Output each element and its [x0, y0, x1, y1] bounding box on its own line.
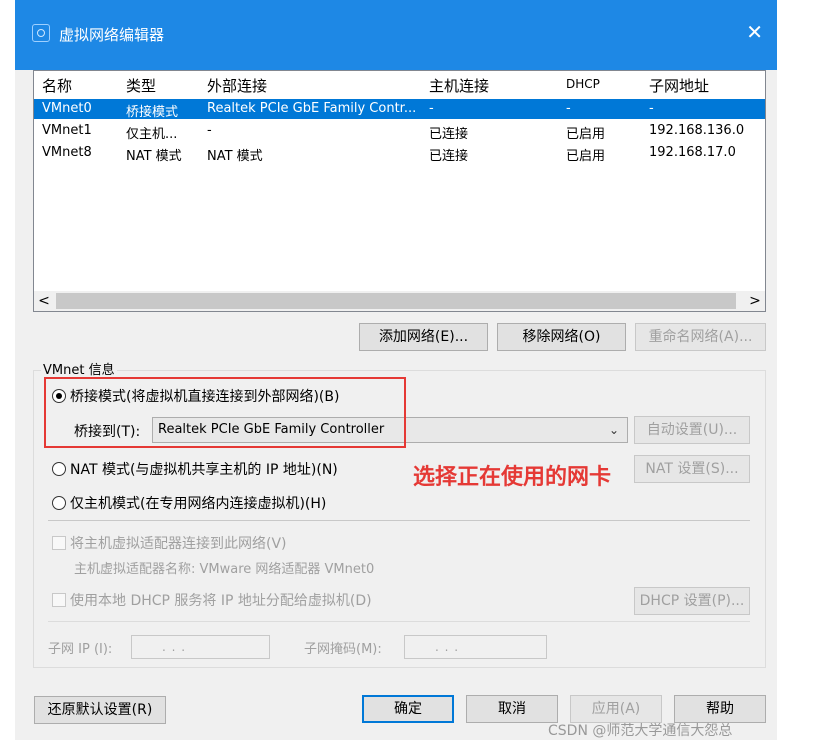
title-bar: 虚拟网络编辑器 ✕ [15, 0, 777, 70]
cell-external: NAT 模式 [207, 149, 263, 164]
subnet-mask-field[interactable]: . . . [404, 635, 547, 659]
column-header-dhcp[interactable]: DHCP [566, 77, 600, 91]
cell-host: 已连接 [429, 127, 469, 142]
subnet-ip-label: 子网 IP (I): [48, 642, 113, 657]
vmnet-info-label: VMnet 信息 [41, 359, 117, 378]
column-header-subnet[interactable]: 子网地址 [649, 75, 709, 96]
host-only-radio[interactable] [52, 496, 66, 510]
window-title: 虚拟网络编辑器 [59, 26, 165, 44]
auto-settings-button[interactable]: 自动设置(U)... [634, 416, 750, 444]
cell-type: 桥接模式 [126, 105, 179, 120]
table-row[interactable]: VMnet0 桥接模式 Realtek PCIe GbE Family Cont… [34, 99, 765, 120]
nat-mode-radio[interactable] [52, 462, 66, 476]
cell-name: VMnet1 [42, 123, 92, 138]
subnet-mask-label: 子网掩码(M): [304, 642, 382, 657]
subnet-ip-field[interactable]: . . . [131, 635, 270, 659]
cell-dhcp: 已启用 [566, 127, 606, 142]
use-dhcp-checkbox[interactable] [52, 593, 66, 607]
scroll-left-icon[interactable]: < [34, 291, 54, 311]
cell-host: 已连接 [429, 149, 469, 164]
connect-adapter-checkbox[interactable] [52, 536, 66, 550]
nat-mode-label[interactable]: NAT 模式(与虚拟机共享主机的 IP 地址)(N) [70, 459, 338, 479]
cell-type: 仅主机... [126, 127, 178, 142]
apply-button[interactable]: 应用(A) [570, 695, 662, 723]
cell-name: VMnet8 [42, 145, 92, 160]
remove-network-button[interactable]: 移除网络(O) [497, 323, 626, 351]
network-list[interactable]: 名称 类型 外部连接 主机连接 DHCP 子网地址 VMnet0 桥接模式 Re… [33, 70, 766, 312]
host-only-label[interactable]: 仅主机模式(在专用网络内连接虚拟机)(H) [70, 493, 326, 513]
rename-network-button[interactable]: 重命名网络(A)... [635, 323, 766, 351]
cell-type: NAT 模式 [126, 149, 182, 164]
cancel-button[interactable]: 取消 [466, 695, 558, 723]
add-network-button[interactable]: 添加网络(E)... [359, 323, 488, 351]
column-header-type[interactable]: 类型 [126, 75, 156, 96]
cell-subnet: - [649, 101, 654, 116]
connect-adapter-label[interactable]: 将主机虚拟适配器连接到此网络(V) [70, 533, 287, 553]
cell-dhcp: - [566, 101, 571, 116]
column-header-host[interactable]: 主机连接 [429, 75, 489, 96]
adapter-name-text: 主机虚拟适配器名称: VMware 网络适配器 VMnet0 [74, 562, 375, 577]
help-button[interactable]: 帮助 [674, 695, 766, 723]
cell-subnet: 192.168.136.0 [649, 123, 745, 138]
use-dhcp-label[interactable]: 使用本地 DHCP 服务将 IP 地址分配给虚拟机(D) [70, 590, 372, 610]
table-row[interactable]: VMnet8 NAT 模式 NAT 模式 已连接 已启用 192.168.17.… [34, 143, 765, 164]
cell-external: Realtek PCIe GbE Family Contr... [207, 101, 417, 116]
network-app-icon [32, 24, 50, 42]
restore-defaults-button[interactable]: 还原默认设置(R) [34, 696, 166, 724]
cell-dhcp: 已启用 [566, 149, 606, 164]
ok-button[interactable]: 确定 [362, 695, 454, 723]
list-header: 名称 类型 外部连接 主机连接 DHCP 子网地址 [34, 71, 765, 97]
cell-host: - [429, 101, 434, 116]
column-header-external[interactable]: 外部连接 [207, 75, 267, 96]
divider [48, 520, 750, 521]
column-header-name[interactable]: 名称 [42, 75, 72, 96]
watermark-text: CSDN @师范大学通信大怨总 [548, 723, 733, 739]
divider [48, 621, 750, 622]
annotation-text: 选择正在使用的网卡 [413, 465, 612, 490]
cell-external: - [207, 123, 212, 138]
scroll-right-icon[interactable]: > [745, 291, 765, 311]
cell-name: VMnet0 [42, 101, 92, 116]
dhcp-settings-button[interactable]: DHCP 设置(P)... [634, 587, 750, 615]
highlight-box [44, 377, 406, 448]
nat-settings-button[interactable]: NAT 设置(S)... [634, 455, 750, 483]
table-row[interactable]: VMnet1 仅主机... - 已连接 已启用 192.168.136.0 [34, 121, 765, 142]
horizontal-scrollbar[interactable]: < > [34, 291, 765, 311]
chevron-down-icon[interactable]: ⌄ [609, 418, 619, 442]
cell-subnet: 192.168.17.0 [649, 145, 736, 160]
close-icon[interactable]: ✕ [746, 20, 763, 44]
scrollbar-thumb[interactable] [56, 293, 736, 309]
